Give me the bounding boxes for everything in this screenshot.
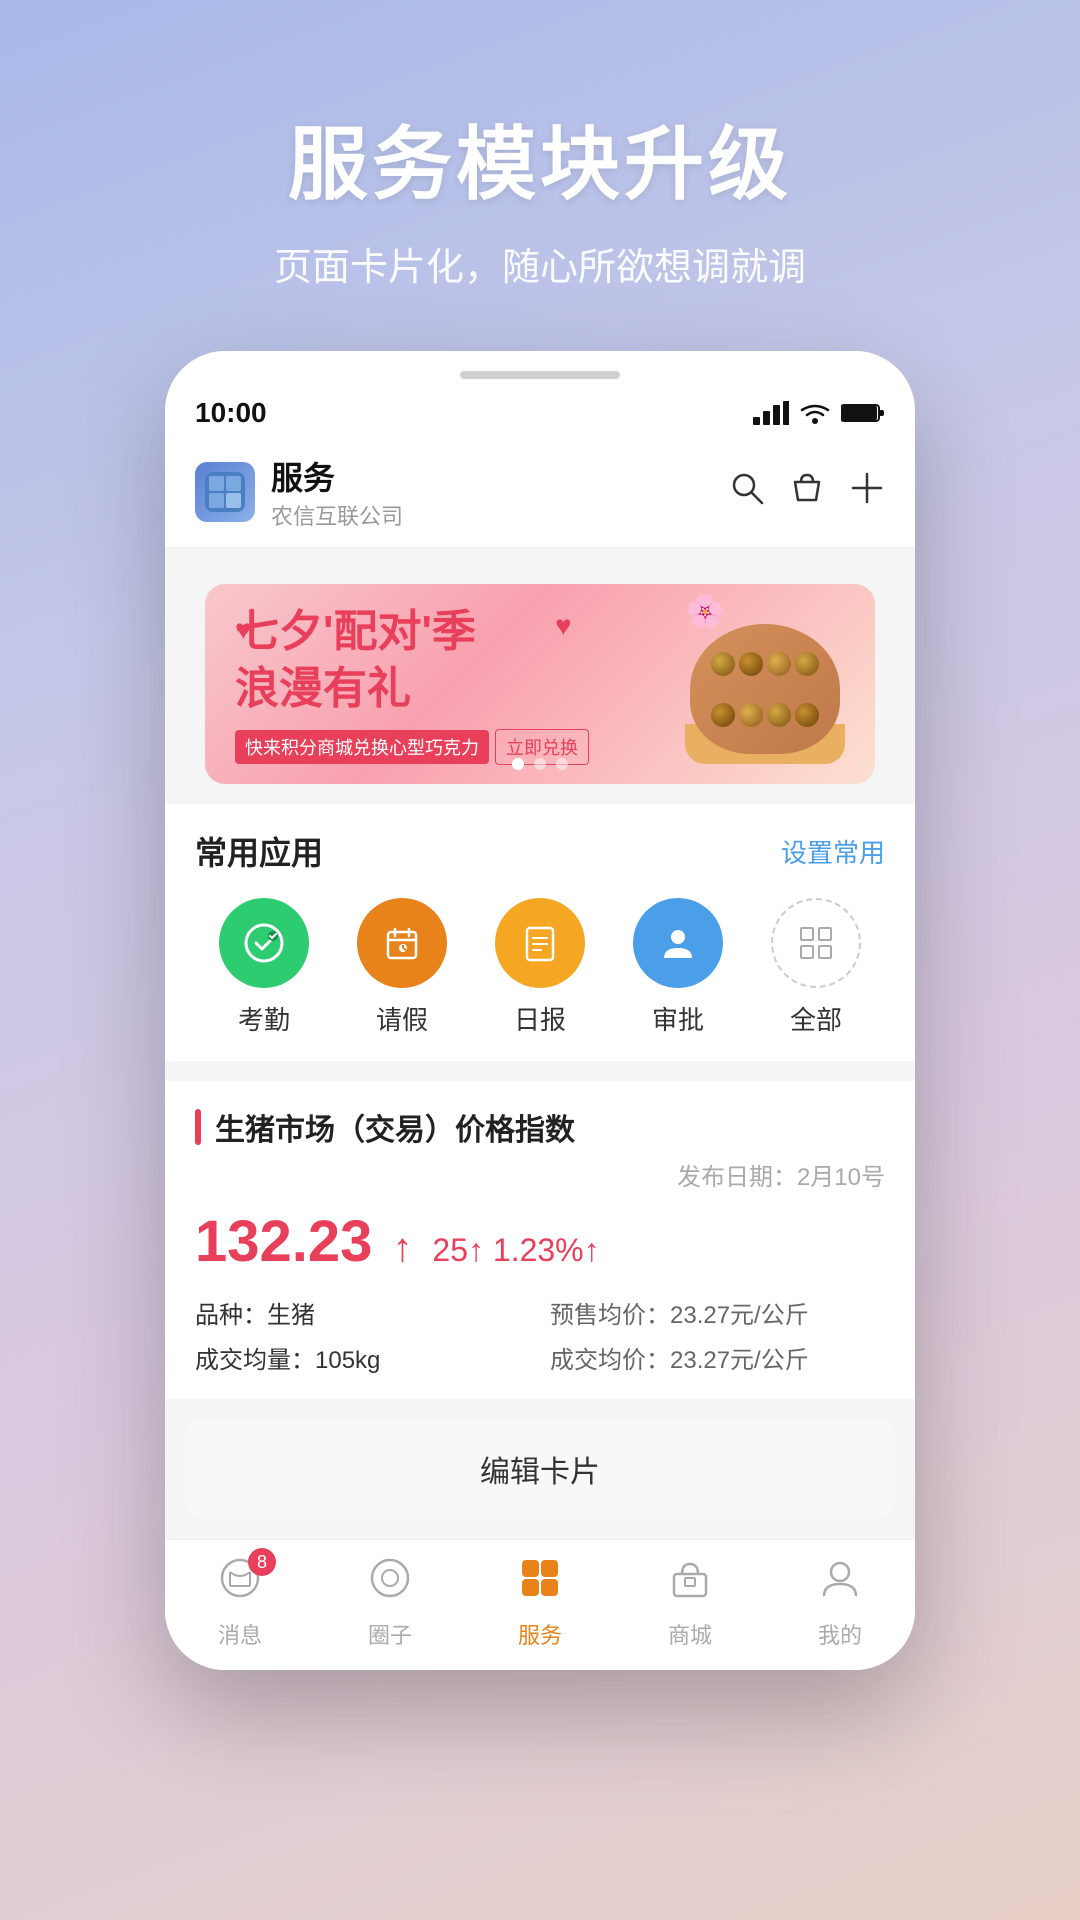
ribao-icon-circle (495, 898, 585, 988)
app-icon-kaoqin[interactable]: 考勤 (204, 898, 324, 1037)
all-label: 全部 (790, 1000, 842, 1037)
circle-icon (368, 1556, 412, 1610)
app-title-area: 服务 农信互联公司 (271, 453, 729, 531)
price-change: 25↑ 1.23%↑ (432, 1232, 599, 1269)
detail-variety: 品种：生猪 (195, 1295, 530, 1330)
market-title: 生猪市场（交易）价格指数 (215, 1105, 575, 1149)
banner-text: 七夕'配对'季 浪漫有礼 快来积分商城兑换心型巧克力 立即兑换 (205, 584, 665, 784)
dot-1[interactable] (512, 758, 524, 770)
main-subheading: 页面卡片化，随心所欲想调就调 (0, 236, 1080, 291)
qingjia-label: 请假 (376, 1000, 428, 1037)
ribao-label: 日报 (514, 1000, 566, 1037)
app-icons-grid: 考勤 请假 (195, 898, 885, 1037)
top-section: 服务模块升级 页面卡片化，随心所欲想调就调 (0, 0, 1080, 291)
nav-item-circle[interactable]: 圈子 (320, 1556, 460, 1650)
app-header-icons (729, 470, 885, 515)
all-grid (800, 927, 832, 959)
market-section: 生猪市场（交易）价格指数 发布日期：2月10号 132.23 ↑ 25↑ 1.2… (165, 1081, 915, 1399)
detail-volume: 成交均量：105kg (195, 1340, 530, 1375)
service-icon (518, 1556, 562, 1610)
qingjia-icon-circle (357, 898, 447, 988)
nav-item-message[interactable]: 8 消息 (170, 1556, 310, 1650)
app-subtitle: 农信互联公司 (271, 499, 729, 531)
dot-2[interactable] (534, 758, 546, 770)
message-icon: 8 (218, 1556, 262, 1610)
market-details: 品种：生猪 预售均价：23.27元/公斤 成交均量：105kg 成交均价：23.… (195, 1295, 885, 1375)
banner-tag: 快来积分商城兑换心型巧克力 (235, 730, 489, 764)
dot-3[interactable] (556, 758, 568, 770)
detail-deal: 成交均价：23.27元/公斤 (550, 1340, 885, 1375)
market-header: 生猪市场（交易）价格指数 (195, 1105, 885, 1149)
all-icon-circle (771, 898, 861, 988)
status-icons (753, 401, 885, 425)
edit-card-button[interactable]: 编辑卡片 (185, 1419, 895, 1519)
nav-item-service[interactable]: 服务 (470, 1556, 610, 1650)
app-logo (195, 462, 255, 522)
app-icon-ribao[interactable]: 日报 (480, 898, 600, 1037)
bag-icon[interactable] (789, 470, 825, 515)
mine-icon (818, 1556, 862, 1610)
common-apps-section: 常用应用 设置常用 考勤 (165, 804, 915, 1061)
banner-area[interactable]: ♥ ♥ 🌸 七夕'配对'季 浪漫有礼 快来积分商城兑换心型巧克力 立即兑换 (165, 548, 915, 784)
app-header: 服务 农信互联公司 (165, 437, 915, 548)
shop-icon (668, 1556, 712, 1610)
nav-label-mine: 我的 (818, 1618, 862, 1650)
market-indicator (195, 1109, 201, 1145)
banner-image (665, 594, 865, 774)
signal-icon (753, 401, 789, 425)
section-title: 常用应用 (195, 828, 323, 874)
phone-content: ♥ ♥ 🌸 七夕'配对'季 浪漫有礼 快来积分商城兑换心型巧克力 立即兑换 (165, 548, 915, 1670)
search-icon[interactable] (729, 470, 765, 515)
phone-mockup: 10:00 (165, 351, 915, 1670)
app-icon-shenpi[interactable]: 审批 (618, 898, 738, 1037)
price-arrow-up: ↑ (392, 1226, 412, 1271)
kaoqin-icon-circle (219, 898, 309, 988)
section-header: 常用应用 设置常用 (195, 828, 885, 874)
nav-item-mine[interactable]: 我的 (770, 1556, 910, 1650)
nav-label-shop: 商城 (668, 1618, 712, 1650)
notch-bar (460, 371, 620, 379)
nav-item-shop[interactable]: 商城 (620, 1556, 760, 1650)
shenpi-icon-circle (633, 898, 723, 988)
status-time: 10:00 (195, 397, 267, 429)
phone-notch (165, 351, 915, 389)
kaoqin-label: 考勤 (238, 1000, 290, 1037)
banner-dots (512, 758, 568, 770)
message-badge: 8 (248, 1548, 276, 1576)
app-icon-qingjia[interactable]: 请假 (342, 898, 462, 1037)
app-icon-all[interactable]: 全部 (756, 898, 876, 1037)
status-bar: 10:00 (165, 389, 915, 437)
banner[interactable]: ♥ ♥ 🌸 七夕'配对'季 浪漫有礼 快来积分商城兑换心型巧克力 立即兑换 (205, 584, 875, 784)
add-icon[interactable] (849, 470, 885, 515)
section-action[interactable]: 设置常用 (781, 833, 885, 870)
nav-label-service: 服务 (518, 1618, 562, 1650)
banner-title: 七夕'配对'季 浪漫有礼 (235, 603, 635, 717)
main-heading: 服务模块升级 (0, 100, 1080, 216)
market-date: 发布日期：2月10号 (195, 1157, 885, 1192)
detail-presale: 预售均价：23.27元/公斤 (550, 1295, 885, 1330)
shenpi-label: 审批 (652, 1000, 704, 1037)
market-price-row: 132.23 ↑ 25↑ 1.23%↑ (195, 1208, 885, 1275)
nav-label-circle: 圈子 (368, 1618, 412, 1650)
bottom-nav: 8 消息 圈子 (165, 1539, 915, 1670)
price-main: 132.23 (195, 1208, 372, 1275)
app-title: 服务 (271, 453, 729, 499)
wifi-icon (799, 401, 831, 425)
battery-icon (841, 401, 885, 425)
nav-label-message: 消息 (218, 1618, 262, 1650)
